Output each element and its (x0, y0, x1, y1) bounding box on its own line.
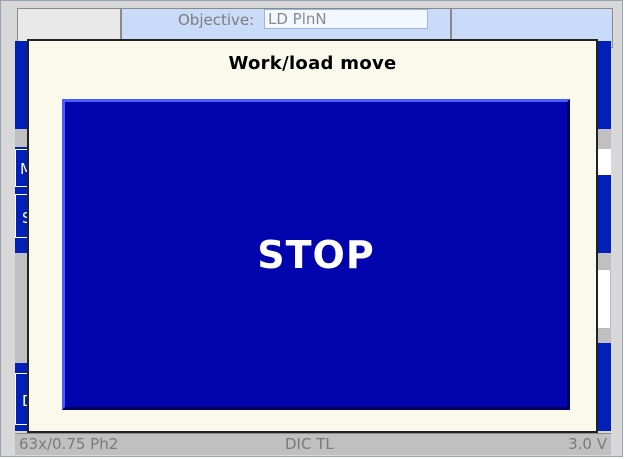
dialog-title: Work/load move (228, 53, 397, 74)
objective-field[interactable]: LD PlnN (264, 9, 428, 29)
status-bar: 63x/0.75 Ph2 DIC TL 3.0 V (15, 433, 611, 455)
objective-label: Objective: (178, 11, 255, 29)
status-contrast: DIC TL (285, 435, 334, 453)
status-objective: 63x/0.75 Ph2 (19, 435, 119, 453)
work-load-move-dialog: Work/load move STOP (27, 39, 598, 433)
app-window: Objective: LD PlnN Mi S D 63x/0.75 Ph2 D… (0, 0, 623, 457)
status-voltage: 3.0 V (568, 435, 607, 453)
stop-button[interactable]: STOP (62, 99, 570, 410)
